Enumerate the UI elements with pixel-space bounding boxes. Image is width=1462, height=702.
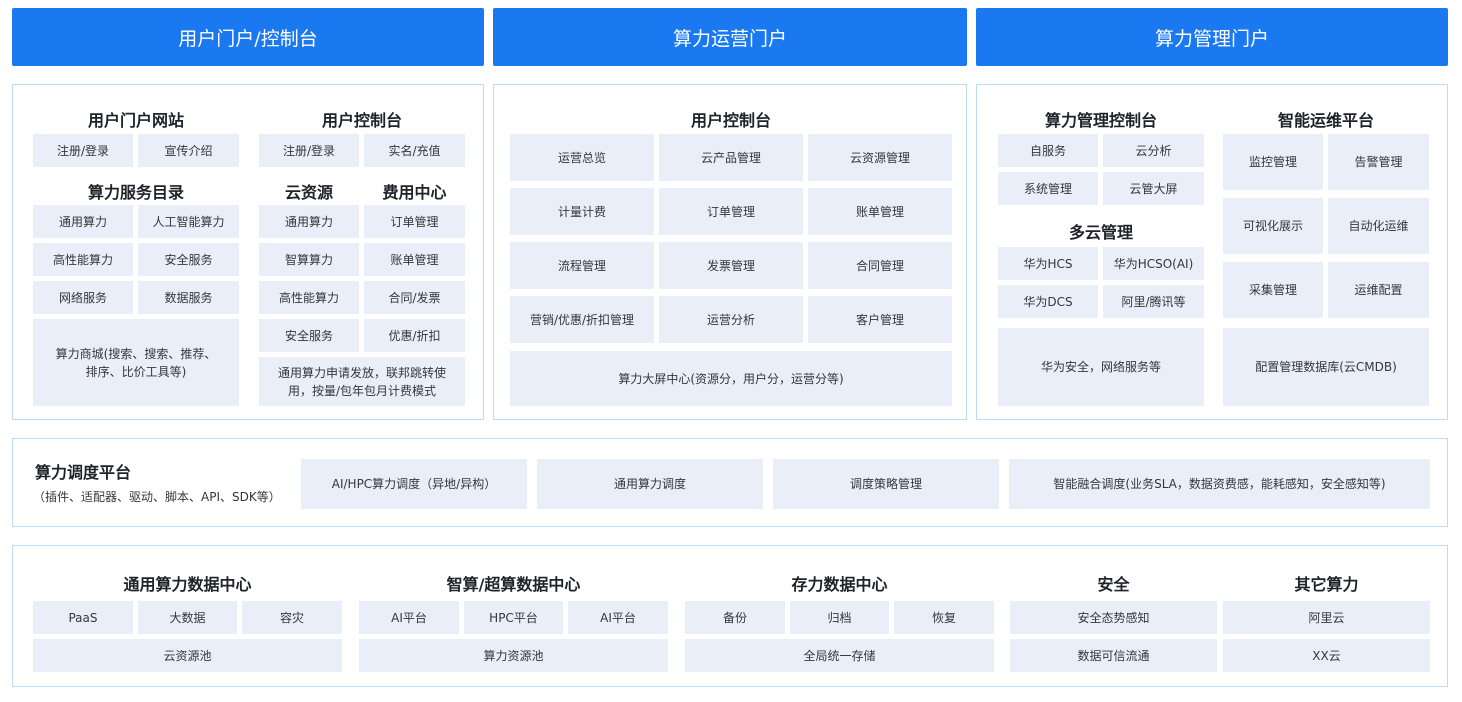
cloud-cmdb[interactable]: 配置管理数据库(云CMDB) [1223, 328, 1429, 406]
smart-dc-item[interactable]: AI平台 [568, 601, 668, 634]
scheduler-item[interactable]: AI/HPC算力调度（异地/异构） [301, 459, 527, 509]
cloud-resources-title: 云资源 [284, 183, 333, 202]
catalog-item[interactable]: 网络服务 [33, 281, 133, 314]
catalog-item[interactable]: 安全服务 [138, 243, 239, 276]
mgmt-console-title: 算力管理控制台 [1044, 111, 1157, 130]
smart-dc-item[interactable]: AI平台 [359, 601, 459, 634]
scheduler-item[interactable]: 通用算力调度 [537, 459, 763, 509]
ops-item[interactable]: 订单管理 [659, 188, 803, 235]
ops-item[interactable]: 流程管理 [510, 242, 654, 289]
user-console-title: 用户控制台 [321, 111, 402, 130]
billing-item[interactable]: 订单管理 [364, 205, 465, 238]
mgmt-portal-header: 算力管理门户 [976, 8, 1448, 66]
user-console-item[interactable]: 实名/充值 [364, 134, 465, 167]
computing-resource-pool[interactable]: 算力资源池 [359, 639, 668, 672]
security-title: 安全 [1097, 575, 1130, 594]
mgmt-console-item[interactable]: 云管大屏 [1103, 172, 1204, 205]
general-dc-item[interactable]: 大数据 [138, 601, 237, 634]
aiops-item[interactable]: 自动化运维 [1328, 198, 1429, 254]
scheduler-panel: 算力调度平台 （插件、适配器、驱动、脚本、API、SDK等） AI/HPC算力调… [12, 438, 1448, 527]
ops-item[interactable]: 计量计费 [510, 188, 654, 235]
catalog-item[interactable]: 数据服务 [138, 281, 239, 314]
ops-item[interactable]: 账单管理 [808, 188, 952, 235]
multicloud-item[interactable]: 华为DCS [998, 285, 1098, 318]
multicloud-title: 多云管理 [1068, 223, 1133, 242]
billing-item[interactable]: 账单管理 [364, 243, 465, 276]
scheduler-item[interactable]: 智能融合调度(业务SLA，数据资费感，能耗感知，安全感知等) [1009, 459, 1430, 509]
general-dc-title: 通用算力数据中心 [123, 575, 252, 594]
aiops-title: 智能运维平台 [1277, 111, 1374, 130]
ops-portal-panel: 用户控制台 运营总览 云产品管理 云资源管理 计量计费 订单管理 账单管理 流程… [493, 84, 967, 420]
cloud-resource-item[interactable]: 通用算力 [259, 205, 359, 238]
computing-mall[interactable]: 算力商城(搜索、搜索、推荐、排序、比价工具等) [33, 319, 239, 406]
ops-item[interactable]: 云资源管理 [808, 134, 952, 181]
ops-item[interactable]: 运营总览 [510, 134, 654, 181]
smart-dc-title: 智算/超算数据中心 [446, 575, 581, 594]
cloud-resource-item[interactable]: 智算算力 [259, 243, 359, 276]
billing-center-title: 费用中心 [382, 183, 447, 202]
smart-dc-item[interactable]: HPC平台 [464, 601, 563, 634]
aiops-item[interactable]: 可视化展示 [1223, 198, 1323, 254]
mgmt-portal-panel: 算力管理控制台 自服务 云分析 系统管理 云管大屏 多云管理 华为HCS 华为H… [976, 84, 1448, 420]
portal-site-item[interactable]: 宣传介绍 [138, 134, 239, 167]
ops-console-title: 用户控制台 [690, 111, 771, 130]
ops-item[interactable]: 发票管理 [659, 242, 803, 289]
mgmt-console-item[interactable]: 系统管理 [998, 172, 1098, 205]
global-unified-storage[interactable]: 全局统一存储 [685, 639, 994, 672]
portal-site-item[interactable]: 注册/登录 [33, 134, 133, 167]
catalog-item[interactable]: 高性能算力 [33, 243, 133, 276]
billing-item[interactable]: 合同/发票 [364, 281, 465, 314]
mgmt-console-item[interactable]: 自服务 [998, 134, 1098, 167]
cloud-resource-item[interactable]: 安全服务 [259, 319, 359, 352]
user-portal-panel: 用户门户网站 注册/登录 宣传介绍 用户控制台 注册/登录 实名/充值 算力服务… [12, 84, 484, 420]
multicloud-item[interactable]: 华为HCS [998, 247, 1098, 280]
aiops-item[interactable]: 采集管理 [1223, 262, 1323, 318]
general-dc-item[interactable]: 容灾 [242, 601, 342, 634]
ops-item[interactable]: 合同管理 [808, 242, 952, 289]
cloud-resource-item[interactable]: 高性能算力 [259, 281, 359, 314]
billing-item[interactable]: 优惠/折扣 [364, 319, 465, 352]
portal-site-title: 用户门户网站 [87, 111, 184, 130]
general-apply-mode[interactable]: 通用算力申请发放，联邦跳转使用，按量/包年包月计费模式 [259, 357, 465, 406]
storage-dc-item[interactable]: 归档 [790, 601, 889, 634]
aiops-item[interactable]: 监控管理 [1223, 134, 1323, 190]
scheduler-item[interactable]: 调度策略管理 [773, 459, 999, 509]
catalog-item[interactable]: 通用算力 [33, 205, 133, 238]
other-computing-item[interactable]: 阿里云 [1223, 601, 1430, 634]
aiops-item[interactable]: 告警管理 [1328, 134, 1429, 190]
scheduler-title: 算力调度平台 [35, 463, 132, 482]
ops-portal-header: 算力运营门户 [493, 8, 967, 66]
other-computing-title: 其它算力 [1294, 575, 1359, 594]
huawei-security-network[interactable]: 华为安全，网络服务等 [998, 328, 1204, 406]
mgmt-console-item[interactable]: 云分析 [1103, 134, 1204, 167]
cloud-resource-pool[interactable]: 云资源池 [33, 639, 342, 672]
security-item[interactable]: 安全态势感知 [1010, 601, 1217, 634]
datacenter-panel: 通用算力数据中心 PaaS 大数据 容灾 云资源池 智算/超算数据中心 AI平台… [12, 545, 1448, 687]
storage-dc-item[interactable]: 恢复 [894, 601, 994, 634]
catalog-item[interactable]: 人工智能算力 [138, 205, 239, 238]
storage-dc-item[interactable]: 备份 [685, 601, 785, 634]
scheduler-subtitle: （插件、适配器、驱动、脚本、API、SDK等） [33, 490, 281, 504]
aiops-item[interactable]: 运维配置 [1328, 262, 1429, 318]
storage-dc-title: 存力数据中心 [791, 575, 888, 594]
multicloud-item[interactable]: 阿里/腾讯等 [1103, 285, 1204, 318]
security-item[interactable]: 数据可信流通 [1010, 639, 1217, 672]
user-portal-header: 用户门户/控制台 [12, 8, 484, 66]
user-console-item[interactable]: 注册/登录 [259, 134, 359, 167]
ops-item[interactable]: 云产品管理 [659, 134, 803, 181]
service-catalog-title: 算力服务目录 [87, 183, 184, 202]
ops-item[interactable]: 客户管理 [808, 296, 952, 343]
general-dc-item[interactable]: PaaS [33, 601, 133, 634]
ops-dashboard-center[interactable]: 算力大屏中心(资源分，用户分，运营分等) [510, 351, 952, 406]
ops-item[interactable]: 运营分析 [659, 296, 803, 343]
other-computing-item[interactable]: XX云 [1223, 639, 1430, 672]
ops-item[interactable]: 营销/优惠/折扣管理 [510, 296, 654, 343]
multicloud-item[interactable]: 华为HCSO(AI) [1103, 247, 1204, 280]
